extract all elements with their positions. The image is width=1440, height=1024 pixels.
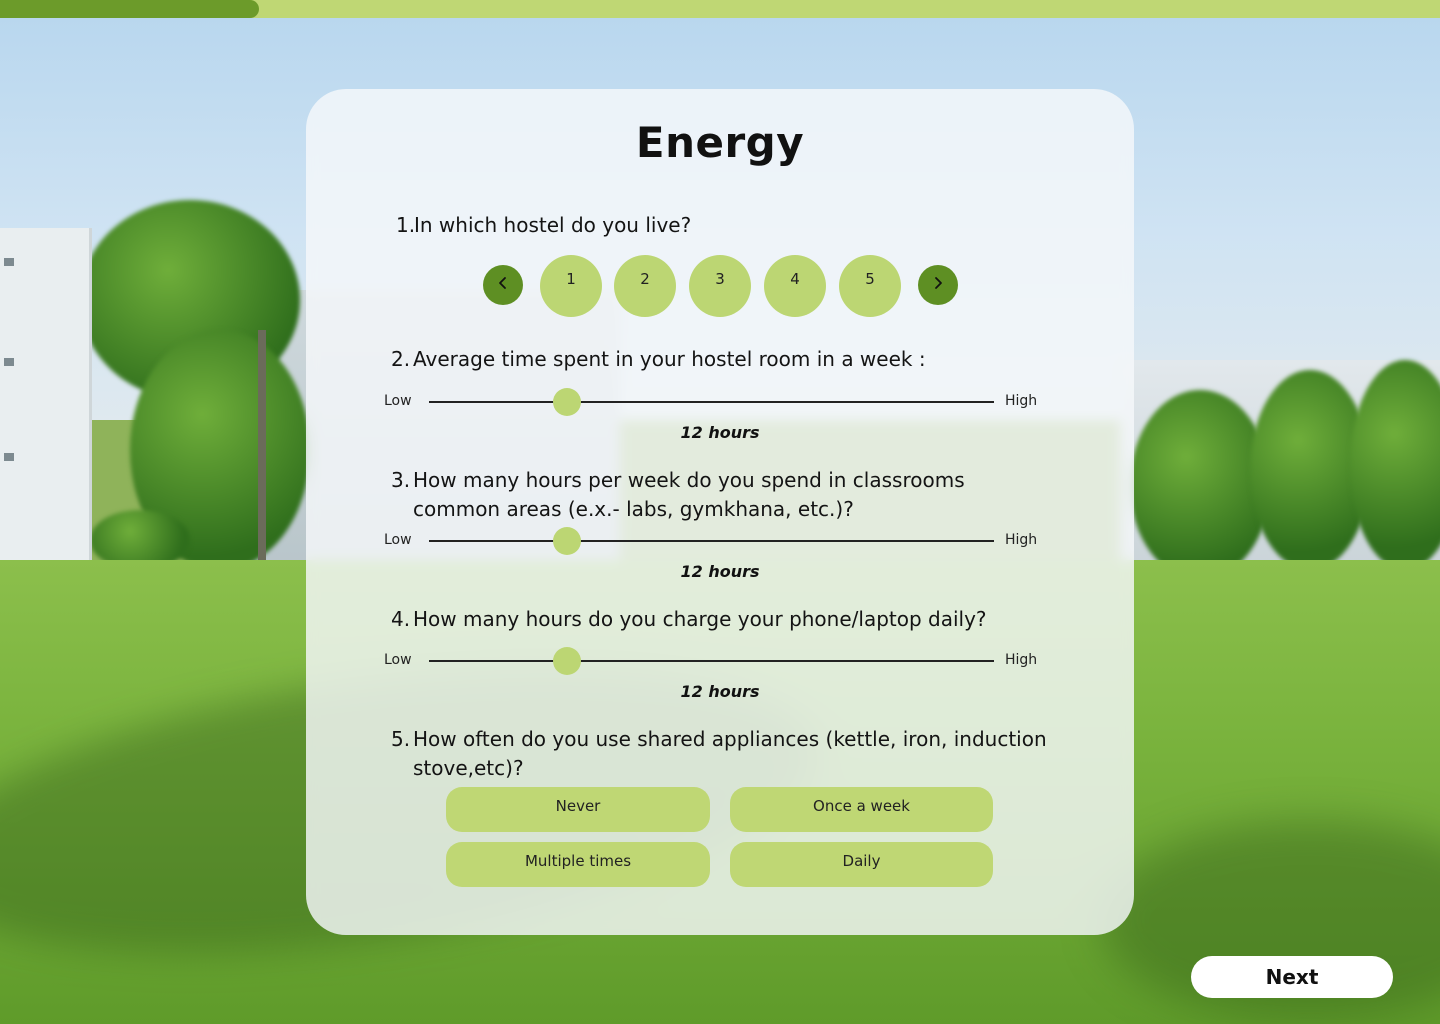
hostel-option-2[interactable]: 2 bbox=[614, 255, 676, 317]
option-never-button[interactable]: Never bbox=[446, 787, 710, 832]
question-text-line-2: common areas (e.x.- labs, gymkhana, etc.… bbox=[413, 497, 854, 521]
question-number: 4. bbox=[391, 607, 411, 631]
slider-low-label: Low bbox=[384, 393, 412, 409]
question-number: 5. bbox=[391, 727, 411, 751]
hostel-option-1[interactable]: 1 bbox=[540, 255, 602, 317]
question-2: 2. Average time spent in your hostel roo… bbox=[391, 345, 991, 375]
progress-bar bbox=[0, 0, 1440, 18]
hostel-time-slider[interactable] bbox=[429, 388, 994, 416]
slider-high-label: High bbox=[1005, 393, 1038, 409]
option-once-a-week-button[interactable]: Once a week bbox=[730, 787, 993, 832]
question-text-line-1: How many hours per week do you spend in … bbox=[413, 468, 965, 492]
question-number: 1. bbox=[396, 213, 416, 237]
question-4: 4. How many hours do you charge your pho… bbox=[391, 605, 1051, 635]
question-text: Average time spent in your hostel room i… bbox=[413, 347, 926, 371]
question-text-line-1: How often do you use shared appliances (… bbox=[413, 727, 1047, 751]
next-button[interactable]: Next bbox=[1191, 956, 1393, 998]
question-3: 3. How many hours per week do you spend … bbox=[391, 466, 1031, 526]
slider-low-label: Low bbox=[384, 652, 412, 668]
hostel-next-button[interactable] bbox=[918, 265, 958, 305]
question-5: 5. How often do you use shared appliance… bbox=[391, 725, 1071, 785]
slider-value: 12 hours bbox=[680, 423, 760, 442]
chevron-left-icon bbox=[495, 275, 511, 295]
option-multiple-times-button[interactable]: Multiple times bbox=[446, 842, 710, 887]
hostel-option-5[interactable]: 5 bbox=[839, 255, 901, 317]
hostel-prev-button[interactable] bbox=[483, 265, 523, 305]
slider-value: 12 hours bbox=[680, 682, 760, 701]
progress-bar-fill bbox=[0, 0, 260, 18]
slider-value: 12 hours bbox=[680, 562, 760, 581]
charging-hours-slider[interactable] bbox=[429, 647, 994, 675]
question-text: In which hostel do you live? bbox=[414, 213, 692, 237]
page-title: Energy bbox=[635, 118, 805, 167]
slider-high-label: High bbox=[1005, 652, 1038, 668]
chevron-right-icon bbox=[930, 275, 946, 295]
hostel-option-3[interactable]: 3 bbox=[689, 255, 751, 317]
question-number: 2. bbox=[391, 347, 411, 371]
question-text: How many hours do you charge your phone/… bbox=[413, 607, 987, 631]
question-1: 1. In which hostel do you live? bbox=[396, 211, 796, 241]
slider-high-label: High bbox=[1005, 532, 1038, 548]
slider-low-label: Low bbox=[384, 532, 412, 548]
option-daily-button[interactable]: Daily bbox=[730, 842, 993, 887]
question-text-line-2: stove,etc)? bbox=[413, 756, 524, 780]
hostel-option-4[interactable]: 4 bbox=[764, 255, 826, 317]
classroom-hours-slider[interactable] bbox=[429, 527, 994, 555]
question-number: 3. bbox=[391, 468, 411, 492]
